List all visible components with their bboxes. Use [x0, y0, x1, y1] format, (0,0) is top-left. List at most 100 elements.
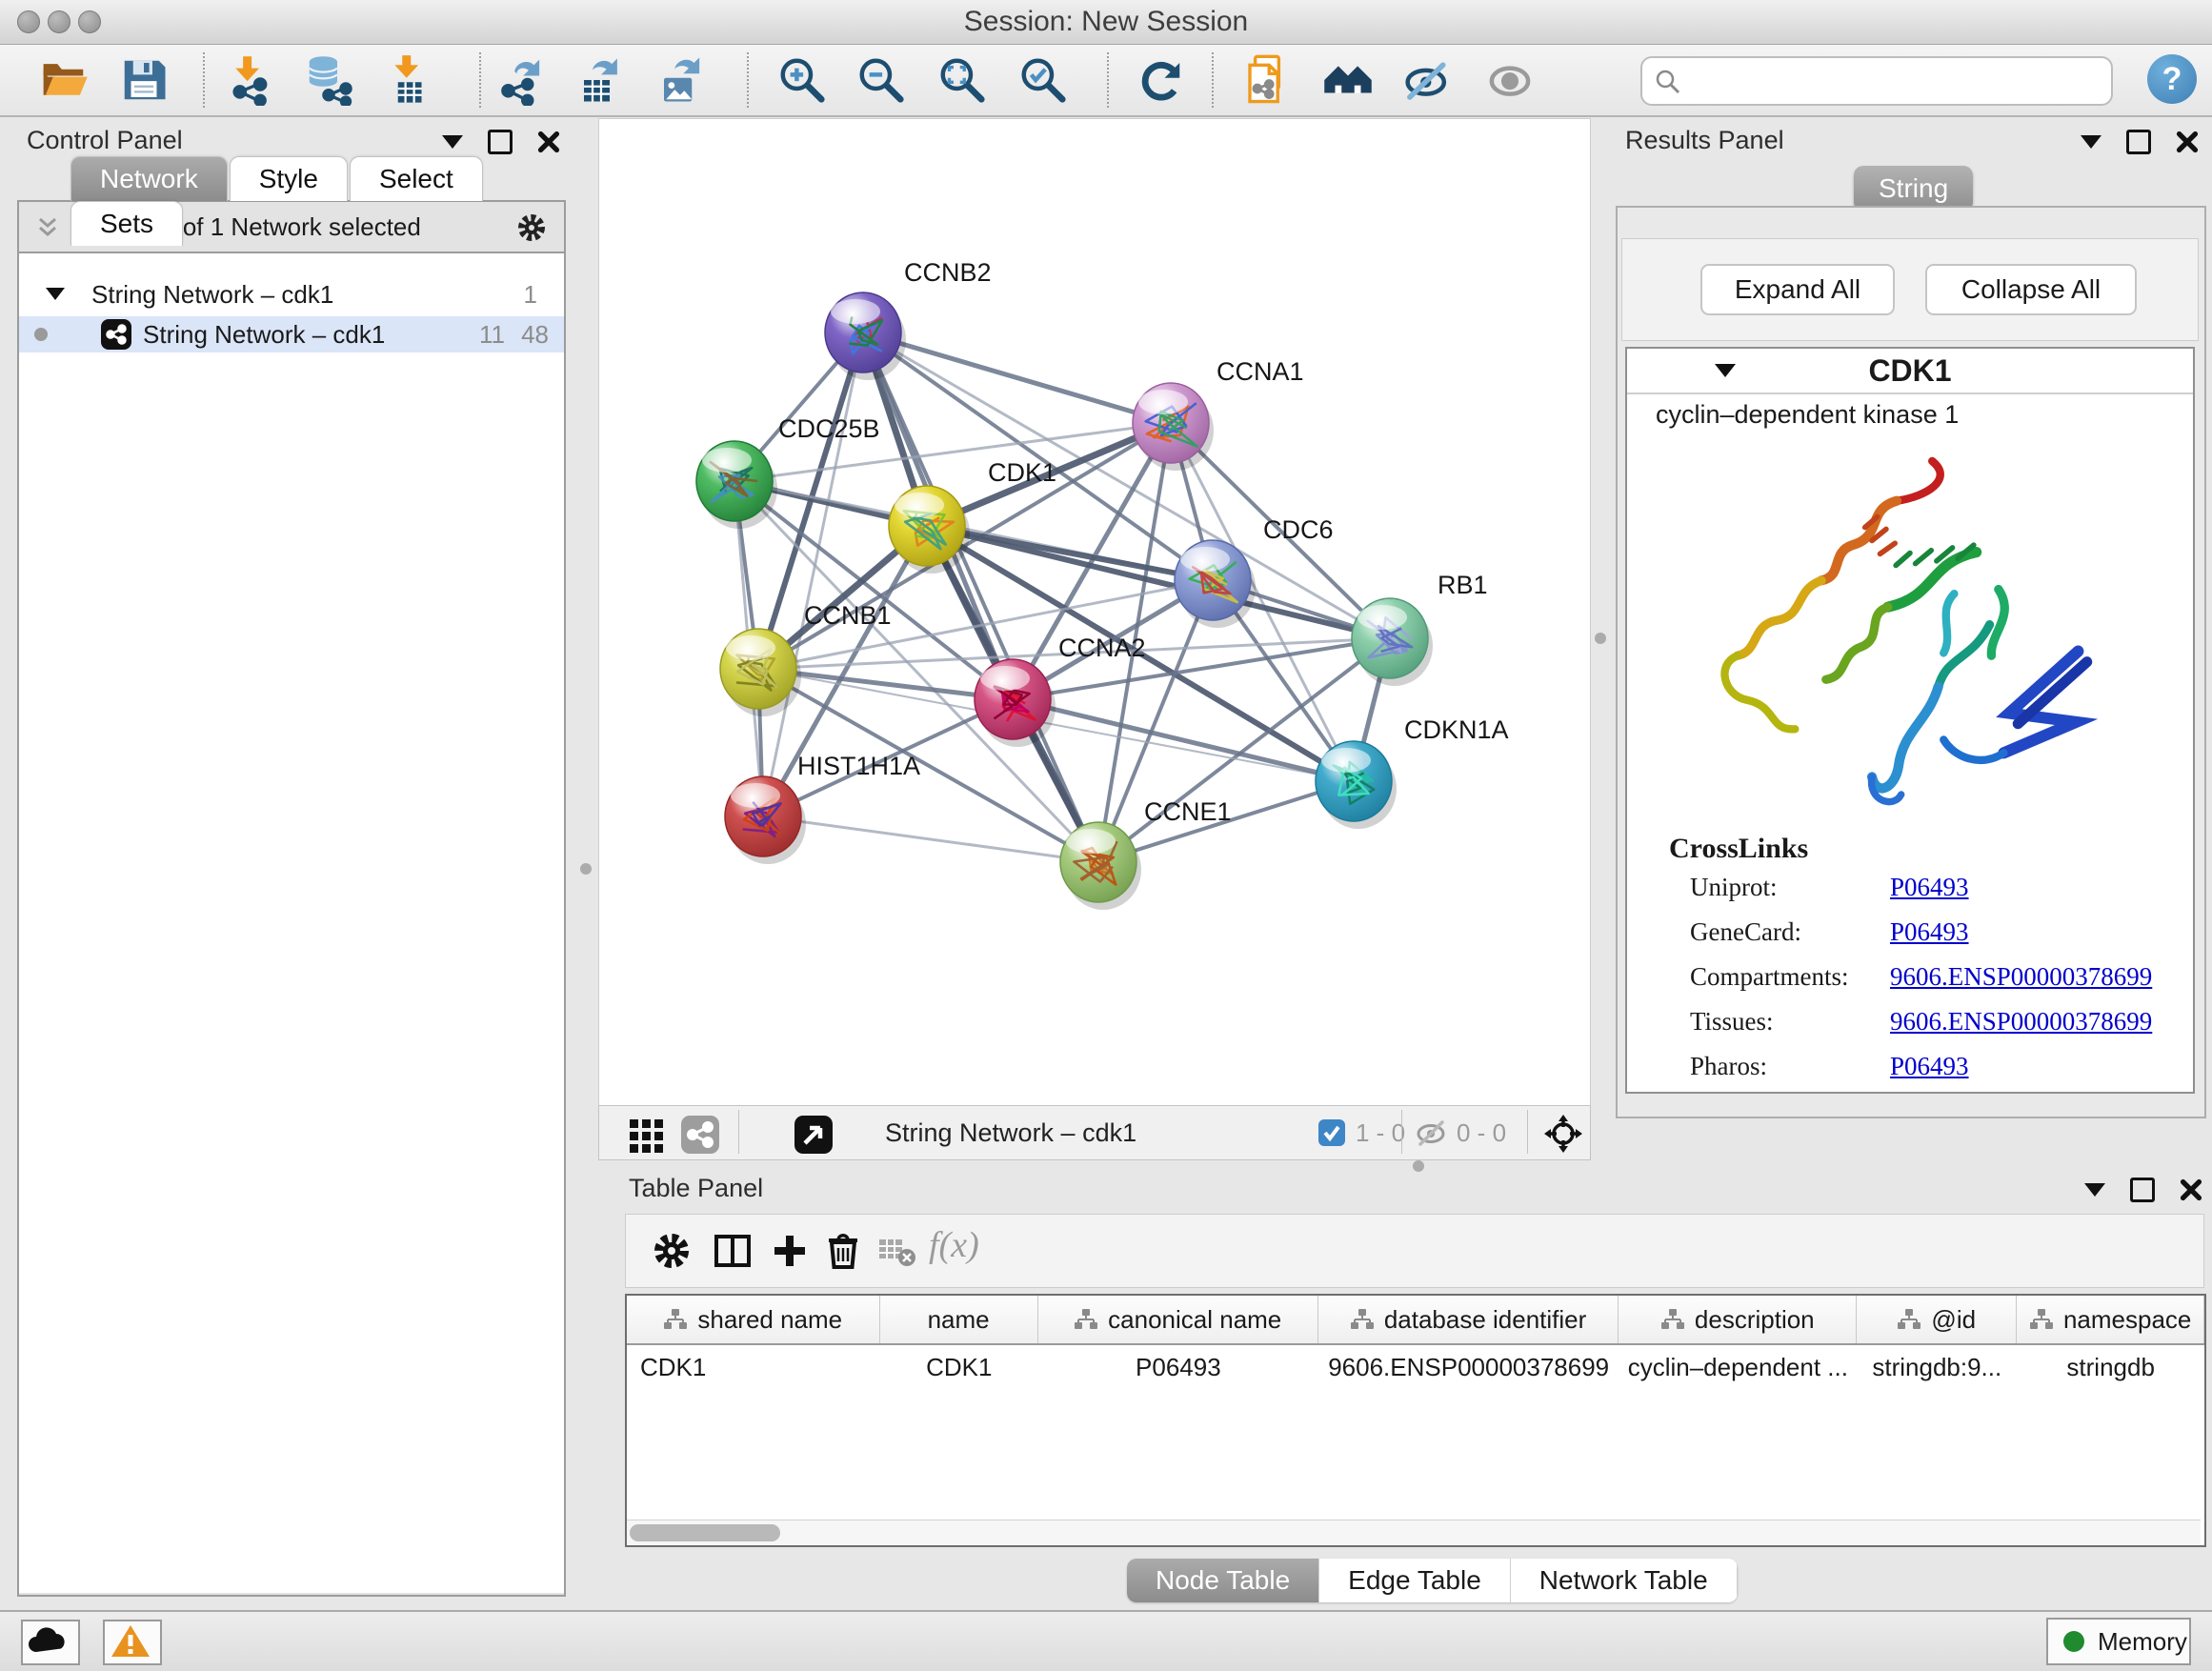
column-header-description[interactable]: description	[1619, 1296, 1857, 1343]
column-header-database-identifier[interactable]: database identifier	[1318, 1296, 1619, 1343]
table-settings-gear-icon[interactable]	[651, 1230, 693, 1272]
network-node-RB1[interactable]	[1352, 598, 1433, 686]
add-column-icon[interactable]	[769, 1230, 811, 1272]
tab-network[interactable]: Network	[70, 156, 228, 201]
table-cell[interactable]: stringdb:9...	[1857, 1345, 2017, 1389]
string-document-icon[interactable]	[1241, 54, 1293, 106]
column-header-namespace[interactable]: namespace	[2017, 1296, 2204, 1343]
panel-float-icon[interactable]	[488, 130, 513, 154]
zoom-fit-icon[interactable]	[936, 54, 988, 106]
help-icon[interactable]: ?	[2147, 54, 2197, 104]
network-edge-CCNB2-CCNA1[interactable]	[863, 332, 1171, 423]
memory-button[interactable]: Memory	[2046, 1618, 2191, 1665]
table-row[interactable]: CDK1CDK1P064939606.ENSP00000378699cyclin…	[627, 1345, 2204, 1389]
network-edge-CCNB2-CCNE1[interactable]	[863, 332, 1098, 862]
crosslink-link[interactable]: 9606.ENSP00000378699	[1890, 999, 2152, 1044]
network-node-CDK1[interactable]	[889, 486, 970, 574]
network-node-CCNA1[interactable]	[1133, 383, 1214, 471]
network-edge-CCNB2-RB1[interactable]	[863, 332, 1390, 638]
show-all-eye-icon[interactable]	[1484, 54, 1536, 106]
expand-all-button[interactable]: Expand All	[1700, 264, 1895, 315]
open-session-icon[interactable]	[38, 54, 90, 106]
tree-column-icon	[1350, 1308, 1375, 1331]
panel-menu-icon[interactable]	[442, 135, 463, 149]
network-collection-row[interactable]: String Network – cdk1 1	[19, 276, 564, 312]
tree-expand-icon[interactable]	[46, 288, 65, 300]
network-node-CCNB2[interactable]	[825, 292, 906, 380]
collapse-section-icon[interactable]	[1715, 364, 1736, 377]
export-table-icon[interactable]	[575, 54, 627, 106]
tab-select[interactable]: Select	[350, 156, 483, 201]
scrollbar-thumb[interactable]	[630, 1524, 780, 1541]
column-header-shared-name[interactable]: shared name	[627, 1296, 880, 1343]
crosslink-link[interactable]: P06493	[1890, 1044, 1969, 1089]
import-table-file-icon[interactable]	[383, 54, 434, 106]
left-splitter-handle[interactable]	[580, 863, 592, 875]
split-columns-icon[interactable]	[712, 1230, 754, 1272]
table-horizontal-scrollbar[interactable]	[627, 1520, 2201, 1545]
share-view-icon[interactable]	[679, 1114, 721, 1156]
crosslink-link[interactable]: P06493	[1890, 865, 1969, 910]
crosslink-link[interactable]: P06493	[1890, 910, 1969, 955]
panel-close-icon[interactable]	[2176, 131, 2199, 153]
network-node-CCNA2[interactable]	[975, 659, 1056, 747]
panel-close-icon[interactable]	[2180, 1178, 2202, 1201]
grid-view-icon[interactable]	[626, 1114, 668, 1156]
table-cell[interactable]: 9606.ENSP00000378699	[1318, 1345, 1619, 1389]
column-header-canonical-name[interactable]: canonical name	[1038, 1296, 1318, 1343]
network-node-CCNE1[interactable]	[1060, 822, 1141, 910]
tab-sets[interactable]: Sets	[70, 201, 183, 246]
table-cell[interactable]: cyclin–dependent ...	[1619, 1345, 1857, 1389]
delete-table-icon[interactable]	[875, 1230, 917, 1272]
hide-selected-eye-icon[interactable]	[1402, 54, 1454, 106]
panel-float-icon[interactable]	[2126, 130, 2151, 154]
home-icon[interactable]	[1322, 54, 1374, 106]
horizontal-splitter-handle[interactable]	[1413, 1160, 1424, 1172]
delete-column-trash-icon[interactable]	[822, 1230, 864, 1272]
zoom-selected-icon[interactable]	[1017, 54, 1069, 106]
save-session-icon[interactable]	[118, 54, 170, 106]
tree-column-icon	[1897, 1308, 1921, 1331]
tab-edge-table[interactable]: Edge Table	[1319, 1559, 1511, 1602]
panel-float-icon[interactable]	[2130, 1178, 2155, 1202]
tab-network-table[interactable]: Network Table	[1511, 1559, 1738, 1602]
column-header-name[interactable]: name	[880, 1296, 1038, 1343]
panel-menu-icon[interactable]	[2084, 1183, 2105, 1197]
panel-menu-icon[interactable]	[2081, 135, 2101, 149]
warnings-button[interactable]	[103, 1620, 162, 1665]
pan-crosshair-icon[interactable]	[1542, 1113, 1584, 1155]
collapse-all-button[interactable]: Collapse All	[1925, 264, 2137, 315]
network-row-selected[interactable]: String Network – cdk1 11 48	[19, 316, 564, 352]
import-network-file-icon[interactable]	[225, 54, 276, 106]
function-builder-icon[interactable]: f(x)	[929, 1224, 979, 1266]
export-image-icon[interactable]	[655, 54, 707, 106]
table-cell[interactable]: CDK1	[627, 1345, 880, 1389]
birdseye-toggle-icon[interactable]	[793, 1114, 835, 1156]
table-cell[interactable]: P06493	[1038, 1345, 1318, 1389]
crosslink-link[interactable]: 9606.ENSP00000378699	[1890, 955, 2152, 999]
selected-checkbox-icon[interactable]	[1317, 1118, 1346, 1147]
network-edge-HIST1H1A-CCNE1[interactable]	[763, 816, 1098, 862]
tab-string[interactable]: String	[1854, 166, 1973, 211]
zoom-out-icon[interactable]	[855, 54, 907, 106]
network-node-CDKN1A[interactable]	[1316, 741, 1397, 829]
tab-node-table[interactable]: Node Table	[1127, 1559, 1319, 1602]
network-edge-CCNB2-HIST1H1A[interactable]	[763, 332, 863, 816]
network-node-CDC25B[interactable]	[696, 441, 777, 529]
table-cell[interactable]: CDK1	[880, 1345, 1038, 1389]
import-network-database-icon[interactable]	[303, 54, 354, 106]
right-splitter-handle[interactable]	[1595, 633, 1606, 644]
cloud-button[interactable]	[21, 1620, 80, 1665]
column-header--id[interactable]: @id	[1857, 1296, 2017, 1343]
tab-style[interactable]: Style	[230, 156, 348, 201]
table-cell[interactable]: stringdb	[2017, 1345, 2204, 1389]
panel-close-icon[interactable]	[537, 131, 560, 153]
network-canvas[interactable]: CCNB2CCNA1CDC25BCDK1CDC6RB1CCNB1CCNA2CDK…	[598, 118, 1591, 1107]
network-node-HIST1H1A[interactable]	[725, 776, 806, 864]
hidden-eye-icon[interactable]	[1415, 1118, 1449, 1147]
search-input[interactable]	[1692, 61, 2096, 99]
refresh-icon[interactable]	[1135, 54, 1186, 106]
export-network-icon[interactable]	[495, 54, 547, 106]
zoom-in-icon[interactable]	[776, 54, 828, 106]
protein-card-header[interactable]: CDK1	[1627, 349, 2193, 394]
